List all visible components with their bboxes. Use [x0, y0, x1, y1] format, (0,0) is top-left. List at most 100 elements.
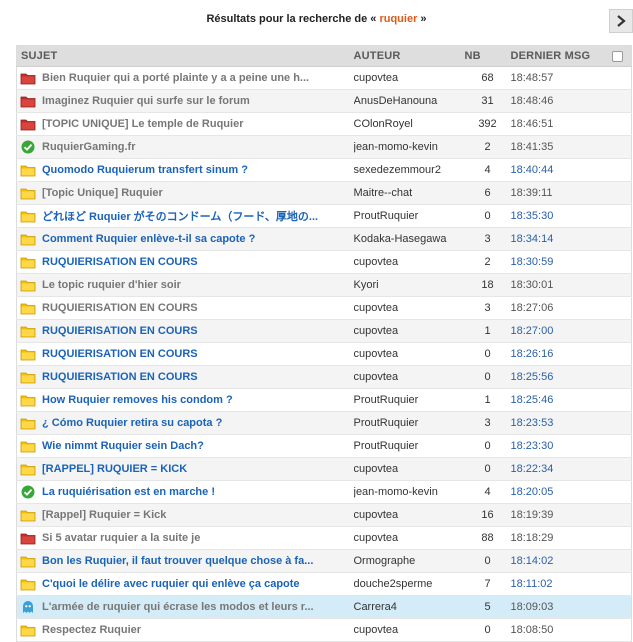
topic-last-message-link[interactable]: 18:35:30 [510, 204, 608, 228]
topic-row[interactable]: RUQUIERISATION EN COURS cupovtea 3 18:27:06 [16, 296, 632, 320]
select-all-checkbox[interactable] [611, 50, 623, 62]
topic-row[interactable]: [TOPIC UNIQUE] Le temple de Ruquier COlon… [16, 112, 632, 136]
topic-author-link[interactable]: AnusDeHanouna [353, 89, 465, 113]
topic-last-message-link[interactable]: 18:40:44 [510, 158, 608, 182]
topic-last-message-link[interactable]: 18:25:46 [510, 388, 608, 412]
topic-author-link[interactable]: cupovtea [353, 342, 465, 366]
topic-title-link[interactable]: RuquierGaming.fr [42, 141, 136, 153]
topic-title-link[interactable]: [TOPIC UNIQUE] Le temple de Ruquier [42, 118, 244, 130]
topic-author-link[interactable]: Carrera4 [353, 595, 465, 619]
topic-last-message-link[interactable]: 18:41:35 [510, 135, 608, 159]
topic-title-link[interactable]: Quomodo Ruquierum transfert sinum ? [42, 164, 248, 176]
topic-row[interactable]: Bon les Ruquier, il faut trouver quelque… [16, 549, 632, 573]
topic-row[interactable]: Quomodo Ruquierum transfert sinum ? sexed… [16, 158, 632, 182]
topic-author-link[interactable]: cupovtea [353, 503, 465, 527]
topic-title-link[interactable]: La ruquiérisation est en marche ! [42, 486, 215, 498]
topic-row[interactable]: RUQUIERISATION EN COURS cupovtea 0 18:26:16 [16, 342, 632, 366]
topic-author-link[interactable]: cupovtea [353, 365, 465, 389]
topic-title-link[interactable]: Imaginez Ruquier qui surfe sur le forum [42, 95, 250, 107]
topic-last-message-link[interactable]: 18:18:29 [510, 526, 608, 550]
topic-title-link[interactable]: Bon les Ruquier, il faut trouver quelque… [42, 555, 313, 567]
topic-author-link[interactable]: ProutRuquier [353, 388, 465, 412]
topic-row[interactable]: L'armée de ruquier qui écrase les modos … [16, 595, 632, 619]
topic-title-link[interactable]: L'armée de ruquier qui écrase les modos … [42, 601, 314, 613]
topic-title-link[interactable]: Respectez Ruquier [42, 624, 141, 636]
topic-row[interactable]: Le topic ruquier d'hier soir Kyori 18 18:30… [16, 273, 632, 297]
topic-last-message-link[interactable]: 18:23:30 [510, 434, 608, 458]
topic-title-link[interactable]: [Rappel] Ruquier = Kick [42, 509, 166, 521]
topic-title-link[interactable]: RUQUIERISATION EN COURS [42, 302, 198, 314]
topic-last-message-link[interactable]: 18:23:53 [510, 411, 608, 435]
topic-title-link[interactable]: Si 5 avatar ruquier a la suite je [42, 532, 200, 544]
topic-title-link[interactable]: Wie nimmt Ruquier sein Dach? [42, 440, 204, 452]
topic-author-link[interactable]: COlonRoyel [353, 112, 465, 136]
topic-last-message-link[interactable]: 18:27:00 [510, 319, 608, 343]
topic-last-message-link[interactable]: 18:30:59 [510, 250, 608, 274]
topic-last-message-link[interactable]: 18:19:39 [510, 503, 608, 527]
topic-last-message-link[interactable]: 18:48:46 [510, 89, 608, 113]
topic-author-link[interactable]: ProutRuquier [353, 204, 465, 228]
topic-title-link[interactable]: RUQUIERISATION EN COURS [42, 348, 198, 360]
topic-author-link[interactable]: cupovtea [353, 296, 465, 320]
topic-title-link[interactable]: C'quoi le délire avec ruquier qui enlève… [42, 578, 300, 590]
topic-row[interactable]: RUQUIERISATION EN COURS cupovtea 2 18:30:59 [16, 250, 632, 274]
topic-title-link[interactable]: How Ruquier removes his condom ? [42, 394, 233, 406]
topic-author-link[interactable]: jean-momo-kevin [353, 135, 465, 159]
topic-last-message-link[interactable]: 18:25:56 [510, 365, 608, 389]
topic-row[interactable]: C'quoi le délire avec ruquier qui enlève… [16, 572, 632, 596]
topic-last-message-link[interactable]: 18:34:14 [510, 227, 608, 251]
topic-title-link[interactable]: RUQUIERISATION EN COURS [42, 256, 198, 268]
topic-last-message-link[interactable]: 18:30:01 [510, 273, 608, 297]
next-page-button[interactable] [609, 9, 633, 33]
column-header-author[interactable]: AUTEUR [353, 45, 465, 67]
topic-last-message-link[interactable]: 18:08:50 [510, 618, 608, 642]
topic-row[interactable]: RUQUIERISATION EN COURS cupovtea 1 18:27:00 [16, 319, 632, 343]
topic-row[interactable]: Bien Ruquier qui a porté plainte y a a p… [16, 66, 632, 90]
topic-author-link[interactable]: cupovtea [353, 526, 465, 550]
topic-last-message-link[interactable]: 18:39:11 [510, 181, 608, 205]
topic-author-link[interactable]: jean-momo-kevin [353, 480, 465, 504]
topic-title-link[interactable]: [Topic Unique] Ruquier [42, 187, 163, 199]
topic-title-link[interactable]: Le topic ruquier d'hier soir [42, 279, 181, 291]
topic-row[interactable]: Imaginez Ruquier qui surfe sur le forum A… [16, 89, 632, 113]
topic-author-link[interactable]: cupovtea [353, 457, 465, 481]
column-header-last-message[interactable]: DERNIER MSG [510, 45, 608, 67]
topic-author-link[interactable]: ProutRuquier [353, 411, 465, 435]
topic-last-message-link[interactable]: 18:20:05 [510, 480, 608, 504]
topic-row[interactable]: [RAPPEL] RUQUIER = KICK cupovtea 0 18:22:34 [16, 457, 632, 481]
column-header-subject[interactable]: SUJET [16, 45, 354, 67]
topic-last-message-link[interactable]: 18:09:03 [510, 595, 608, 619]
topic-row[interactable]: How Ruquier removes his condom ? ProutRuq… [16, 388, 632, 412]
topic-author-link[interactable]: Maitre--chat [353, 181, 465, 205]
topic-last-message-link[interactable]: 18:22:34 [510, 457, 608, 481]
topic-last-message-link[interactable]: 18:27:06 [510, 296, 608, 320]
select-all-column[interactable] [607, 45, 632, 67]
topic-last-message-link[interactable]: 18:14:02 [510, 549, 608, 573]
topic-title-link[interactable]: Comment Ruquier enlève-t-il sa capote ? [42, 233, 255, 245]
topic-last-message-link[interactable]: 18:48:57 [510, 66, 608, 90]
topic-author-link[interactable]: Kodaka-Hasegawa [353, 227, 465, 251]
topic-row[interactable]: Comment Ruquier enlève-t-il sa capote ? K… [16, 227, 632, 251]
topic-title-link[interactable]: RUQUIERISATION EN COURS [42, 371, 198, 383]
topic-author-link[interactable]: cupovtea [353, 250, 465, 274]
topic-author-link[interactable]: ProutRuquier [353, 434, 465, 458]
topic-author-link[interactable]: cupovtea [353, 319, 465, 343]
topic-author-link[interactable]: Ormographe [353, 549, 465, 573]
topic-row[interactable]: [Topic Unique] Ruquier Maitre--chat 6 18:39… [16, 181, 632, 205]
topic-row[interactable]: Si 5 avatar ruquier a la suite je cupovte… [16, 526, 632, 550]
topic-last-message-link[interactable]: 18:11:02 [510, 572, 608, 596]
column-header-count[interactable]: NB [464, 45, 511, 67]
topic-row[interactable]: RUQUIERISATION EN COURS cupovtea 0 18:25:56 [16, 365, 632, 389]
topic-title-link[interactable]: ¿ Cómo Ruquier retira su capota ? [42, 417, 222, 429]
topic-author-link[interactable]: cupovtea [353, 618, 465, 642]
topic-row[interactable]: Respectez Ruquier cupovtea 0 18:08:50 [16, 618, 632, 642]
topic-title-link[interactable]: どれほど Ruquier がそのコンドーム（フード、厚地の... [42, 211, 318, 223]
topic-author-link[interactable]: douche2sperme [353, 572, 465, 596]
topic-row[interactable]: RuquierGaming.fr jean-momo-kevin 2 18:41:35 [16, 135, 632, 159]
topic-author-link[interactable]: sexedezemmour2 [353, 158, 465, 182]
topic-last-message-link[interactable]: 18:26:16 [510, 342, 608, 366]
topic-author-link[interactable]: cupovtea [353, 66, 465, 90]
topic-row[interactable]: Wie nimmt Ruquier sein Dach? ProutRuquier… [16, 434, 632, 458]
topic-row[interactable]: どれほど Ruquier がそのコンドーム（フード、厚地の... ProutRuq… [16, 204, 632, 228]
topic-author-link[interactable]: Kyori [353, 273, 465, 297]
